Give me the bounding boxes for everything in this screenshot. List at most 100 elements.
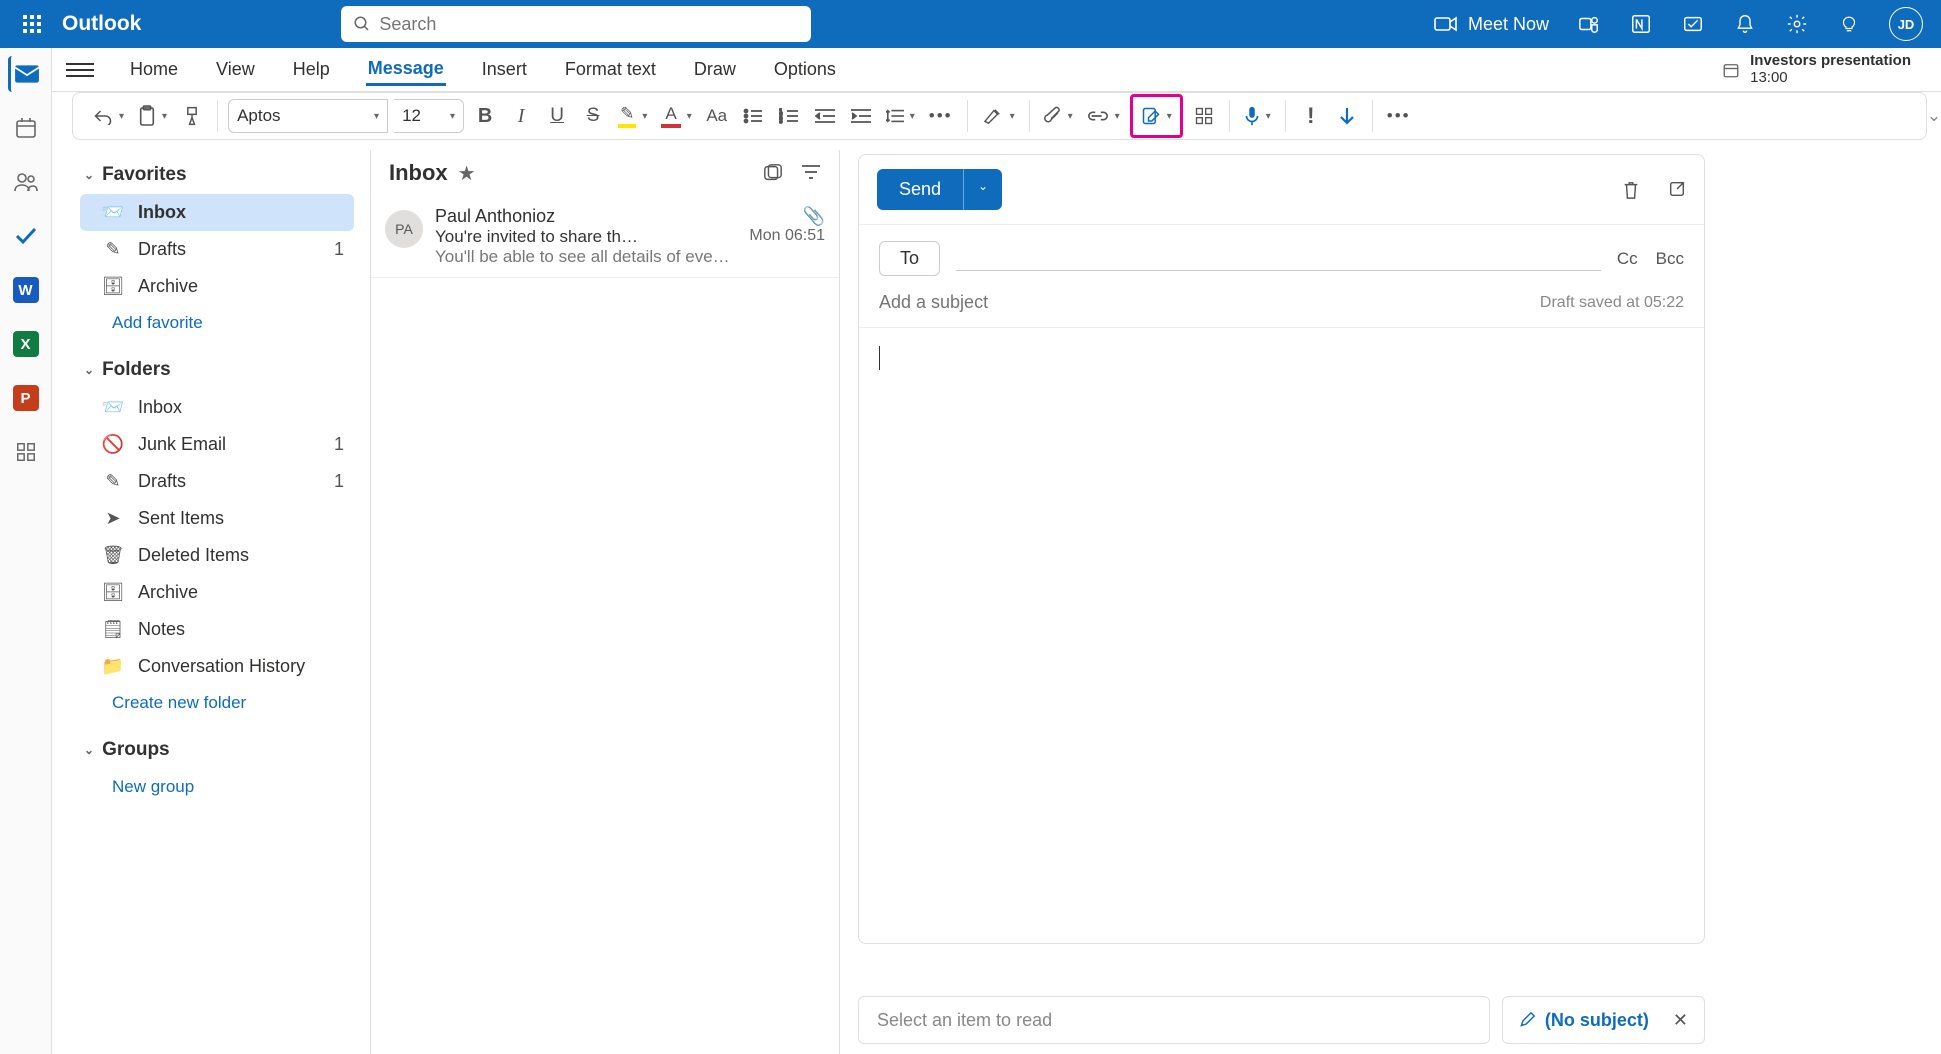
numbering-button[interactable]: 123 [774,99,804,133]
junk-icon: 🚫 [102,434,124,455]
close-tab-button[interactable]: ✕ [1673,1010,1688,1031]
font-name-select[interactable]: Aptos▾ [228,99,388,133]
ribbon-more-button[interactable]: ••• [1383,99,1415,133]
star-icon[interactable]: ★ [458,161,476,186]
folder-sent[interactable]: ➤Sent Items [80,500,354,537]
draft-tab[interactable]: (No subject) ✕ [1502,996,1705,1044]
highlight-button[interactable]: ✎ [614,99,651,133]
todo-header-icon[interactable] [1681,12,1705,36]
to-button[interactable]: To [879,241,940,276]
strikethrough-button[interactable]: S [578,99,608,133]
nav-toggle-button[interactable] [66,63,94,77]
discard-button[interactable] [1622,180,1640,200]
tab-insert[interactable]: Insert [480,55,529,84]
italic-button[interactable]: I [506,99,536,133]
tab-help[interactable]: Help [291,55,332,84]
attach-button[interactable] [1040,99,1077,133]
styles-button[interactable] [978,99,1019,133]
tab-format-text[interactable]: Format text [563,55,658,84]
rail-excel[interactable]: X [8,326,44,362]
folder-conversation-history[interactable]: 📁Conversation History [80,648,354,685]
bullets-button[interactable] [738,99,768,133]
ribbon-expand-button[interactable]: ⌄ [1927,92,1941,140]
new-group-link[interactable]: New group [80,769,354,805]
folders-header[interactable]: ⌄Folders [80,351,354,389]
folder-drafts[interactable]: ✎Drafts1 [80,463,354,500]
paste-button[interactable] [134,99,171,133]
onenote-icon[interactable] [1629,12,1653,36]
font-color-button[interactable]: A [657,99,695,133]
subject-input[interactable] [879,292,1540,313]
font-size-select[interactable]: 12▾ [394,99,464,133]
low-importance-button[interactable] [1332,99,1362,133]
sent-icon: ➤ [102,508,124,529]
tab-message[interactable]: Message [366,54,446,86]
paint-icon [183,106,201,126]
send-dropdown[interactable]: ⌄ [963,169,1002,210]
high-importance-button[interactable]: ! [1296,99,1326,133]
favorites-header[interactable]: ⌄Favorites [80,156,354,194]
message-body-editor[interactable] [859,328,1704,943]
groups-header[interactable]: ⌄Groups [80,731,354,769]
send-button[interactable]: Send ⌄ [877,169,1002,210]
cc-button[interactable]: Cc [1617,249,1638,269]
outdent-icon [815,108,835,124]
undo-button[interactable] [89,99,128,133]
bcc-button[interactable]: Bcc [1656,249,1684,269]
tab-view[interactable]: View [214,55,257,84]
fav-drafts[interactable]: ✎Drafts1 [80,231,354,268]
notifications-icon[interactable] [1733,12,1757,36]
signature-button-highlighted[interactable] [1130,94,1183,138]
filter-button[interactable] [801,164,821,182]
fav-inbox[interactable]: 📨Inbox [80,194,354,231]
settings-icon[interactable] [1785,12,1809,36]
search-input[interactable] [379,14,799,35]
rail-mail[interactable] [8,56,44,92]
account-avatar[interactable]: JD [1889,7,1923,41]
change-case-button[interactable]: Aa [702,99,732,133]
app-launcher-button[interactable] [8,15,56,33]
ribbon-toolbar: Aptos▾ 12▾ B I U S ✎ A Aa 123 ••• ! ••• [72,92,1927,140]
rail-todo[interactable] [8,218,44,254]
message-item[interactable]: PA Paul Anthonioz📎 You're invited to sha… [371,196,839,278]
tab-home[interactable]: Home [128,55,180,84]
rail-calendar[interactable] [8,110,44,146]
to-field[interactable] [956,247,1601,271]
format-painter-button[interactable] [177,99,207,133]
reading-placeholder-tab[interactable]: Select an item to read [858,996,1490,1044]
meet-now-button[interactable]: Meet Now [1434,14,1549,35]
rail-powerpoint[interactable]: P [8,380,44,416]
line-spacing-button[interactable] [882,99,919,133]
dictate-button[interactable] [1240,99,1275,133]
search-box[interactable] [341,6,811,42]
increase-indent-button[interactable] [846,99,876,133]
link-button[interactable] [1083,99,1124,133]
sender-avatar: PA [385,210,423,248]
tips-icon[interactable] [1837,12,1861,36]
select-mode-button[interactable] [763,164,783,182]
bold-button[interactable]: B [470,99,500,133]
underline-button[interactable]: U [542,99,572,133]
calendar-reminder[interactable]: Investors presentation 13:00 [1722,53,1941,86]
popout-button[interactable] [1668,180,1686,200]
add-favorite-link[interactable]: Add favorite [80,305,354,341]
tab-options[interactable]: Options [772,55,838,84]
folder-junk[interactable]: 🚫Junk Email1 [80,426,354,463]
fav-archive[interactable]: 🗄Archive [80,268,354,305]
rail-people[interactable] [8,164,44,200]
more-formatting-button[interactable]: ••• [925,99,957,133]
bullets-icon [743,108,763,124]
folder-archive[interactable]: 🗄Archive [80,574,354,611]
folder-deleted[interactable]: 🗑Deleted Items [80,537,354,574]
link-icon [1087,109,1109,123]
rail-word[interactable]: W [8,272,44,308]
folder-inbox[interactable]: 📨Inbox [80,389,354,426]
rail-more-apps[interactable] [8,434,44,470]
create-folder-link[interactable]: Create new folder [80,685,354,721]
teams-icon[interactable] [1577,12,1601,36]
apps-button[interactable] [1189,99,1219,133]
tab-draw[interactable]: Draw [692,55,738,84]
drafts-icon: ✎ [102,239,124,260]
decrease-indent-button[interactable] [810,99,840,133]
folder-notes[interactable]: 🗒Notes [80,611,354,648]
